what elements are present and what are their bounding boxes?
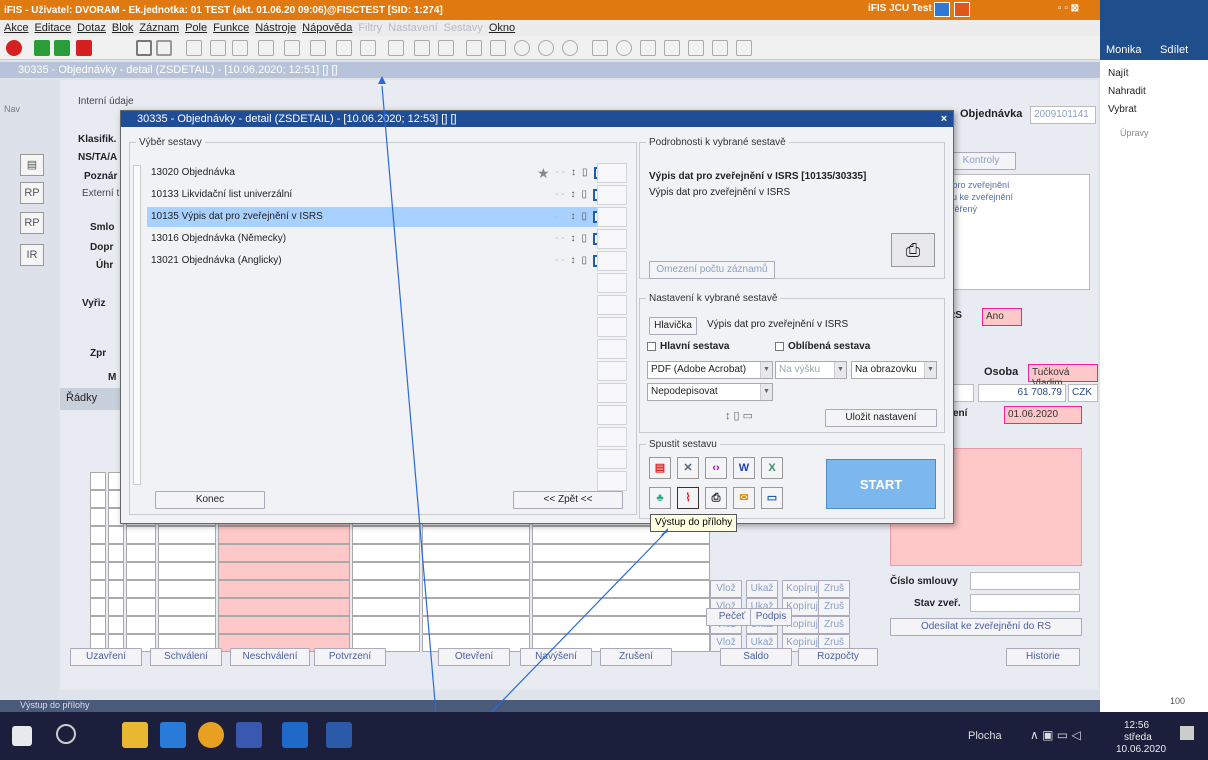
explorer-icon[interactable] [122,722,148,748]
arrow-head-1 [378,76,386,84]
notifications-icon[interactable] [1180,726,1194,740]
clock-date: 10.06.2020 [1116,744,1167,755]
select-button[interactable]: Vybrat [1108,104,1137,115]
arrow-line-1 [381,85,441,760]
search-icon[interactable] [56,724,76,744]
annotation-arrows [378,76,668,760]
tray-icons[interactable]: ∧ ▣ ▭ ◁ [1030,728,1081,742]
clock-time: 12:56 [1124,720,1150,731]
outlook-icon[interactable] [282,722,308,748]
chrome-icon[interactable] [198,722,224,748]
replace-button[interactable]: Nahradit [1108,86,1146,97]
editing-group-label: Úpravy [1120,128,1149,138]
zoom-level[interactable]: 100 [1170,696,1185,706]
ifis-icon[interactable] [236,722,262,748]
share-button[interactable]: Sdílet [1160,44,1188,56]
clock-day: středa [1124,732,1152,743]
word-icon[interactable] [326,722,352,748]
windows-start-icon[interactable] [12,726,32,746]
office-user[interactable]: Monika [1106,44,1141,56]
desktop-label[interactable]: Plocha [968,730,1002,742]
find-button[interactable]: Najít [1108,68,1129,79]
taskbar: Plocha ∧ ▣ ▭ ◁ 12:56 středa 10.06.2020 [0,712,1208,760]
edge-icon[interactable] [160,722,186,748]
office-ribbon-pane: Monika Sdílet Najít Nahradit Vybrat Úpra… [1100,0,1208,712]
